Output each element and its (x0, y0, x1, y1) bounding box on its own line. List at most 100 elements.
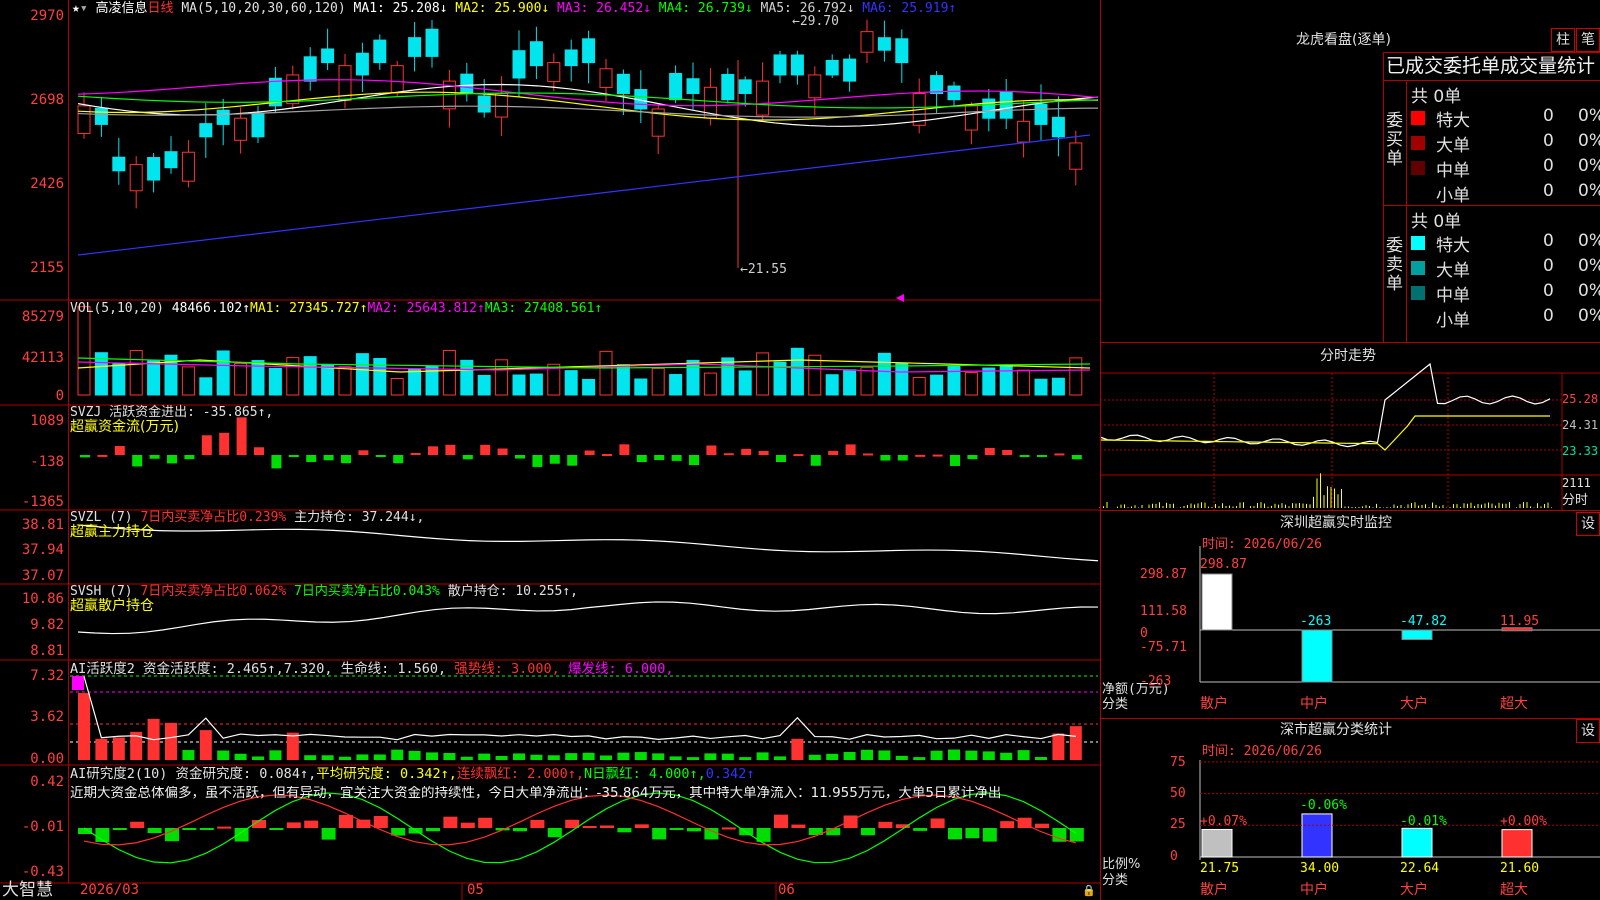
divider (1100, 718, 1600, 719)
order-count: 0 (1543, 256, 1554, 276)
period-label[interactable]: 日线 (148, 1, 174, 16)
svzl-sub: 超赢主力持仓 (70, 524, 154, 540)
ai2-bar (982, 828, 997, 842)
flow-bar (323, 455, 334, 461)
flow-bar (932, 454, 943, 457)
divider (1100, 342, 1600, 343)
ai2-bar (930, 818, 945, 828)
sz-monitor-category: 超大 (1500, 696, 1528, 712)
ai2-bar (165, 828, 179, 842)
ai1-bar (930, 750, 943, 760)
ai1-bar (72, 676, 84, 690)
sz-stats-settings-button[interactable]: 设 (1576, 719, 1600, 743)
intraday-avg-line (1099, 415, 1550, 451)
sz-stats-value: 21.75 (1200, 861, 1240, 876)
vol-bar (234, 362, 248, 396)
sz-stats-value: 34.00 (1300, 861, 1340, 876)
flow-bar (497, 448, 508, 455)
vol-bar (321, 364, 335, 396)
vol-bar (616, 364, 630, 396)
lock-icon[interactable]: 🔒 (1082, 883, 1096, 898)
candle-body (669, 72, 683, 101)
order-pct: 0% (1578, 281, 1600, 301)
ai1-p4: 强势线: 3.000, (454, 661, 560, 677)
order-name: 中单 (1436, 161, 1470, 181)
flow-bar (549, 455, 560, 464)
order-count: 0 (1543, 306, 1554, 326)
vol-tick: 0 (55, 388, 64, 404)
order-color-swatch (1411, 311, 1425, 325)
candle-body (686, 78, 700, 94)
candle-body (216, 109, 230, 125)
ma2-value: MA2: 25.900↓ (455, 1, 550, 16)
sz-stats-change: +0.07% (1200, 814, 1247, 829)
candle-body (512, 50, 526, 79)
flow-bar (428, 446, 438, 455)
candle-body (564, 49, 578, 67)
vol-bar (599, 350, 613, 396)
ai1-p1: 资金活跃度: 2.465↑ (143, 661, 276, 677)
order-color-swatch (1411, 161, 1425, 175)
sz-monitor-settings-button[interactable]: 设 (1576, 512, 1600, 536)
ai2-bar (443, 816, 458, 828)
vol-bar (460, 359, 474, 396)
ai1-bar (565, 753, 578, 760)
pen-mode-button[interactable]: 笔 (1576, 28, 1600, 52)
ai2-bar (112, 828, 127, 830)
candle-body (303, 56, 317, 82)
ai2-bar (721, 827, 736, 830)
ai2-bar (460, 822, 475, 828)
ai2-bar (321, 828, 336, 840)
ai1-bar (669, 756, 682, 760)
vol-bar (512, 374, 526, 396)
flow-bar (132, 455, 143, 467)
ai1-bar (634, 752, 647, 760)
flow-bar (410, 452, 421, 455)
ai2-p3: 连续飘红: 2.000↑, (456, 766, 585, 782)
svzl-title: SVZL (7) (70, 510, 133, 525)
ai1-header: AI活跃度2 资金活跃度: 2.465↑,7.320, 生命线: 1.560, … (70, 662, 673, 677)
order-count: 0 (1543, 231, 1554, 251)
ai1-bar (774, 756, 786, 760)
sz-monitor-tick: 111.58 (1140, 604, 1187, 619)
vol-bar (634, 378, 648, 396)
stock-name[interactable]: 高凌信息 (95, 1, 147, 16)
sell-total: 共 0单 (1411, 212, 1462, 232)
kline-chart-canvas[interactable] (0, 0, 1600, 900)
sz-stats-tick: 25 (1170, 817, 1186, 832)
vol-bar (373, 357, 387, 396)
flow-bar (97, 454, 108, 457)
ai1-bar (252, 756, 264, 760)
vol-bar (756, 352, 770, 396)
flow-bar (184, 455, 195, 460)
flow-bar (254, 447, 264, 455)
svzj-title: SVZJ (70, 405, 102, 420)
ai2-p1: 资金研究度: 0.084↑, (175, 766, 317, 782)
intraday-tick: 25.28 (1562, 392, 1599, 406)
star-icon[interactable]: ★ (72, 1, 80, 16)
ai1-bar (1000, 752, 1013, 760)
candle-body (181, 151, 195, 182)
sz-stats-category: 大户 (1400, 882, 1428, 898)
candle-body (895, 38, 909, 64)
flow-bar (149, 455, 160, 459)
ai2-bar (147, 828, 162, 834)
ai2-bar (878, 821, 893, 828)
flow-bar (567, 455, 578, 466)
candle-body (582, 38, 596, 64)
sz-stats-category: 超大 (1500, 882, 1528, 898)
panel-divider (1100, 0, 1101, 900)
ai1-bar (704, 753, 717, 760)
order-color-swatch (1411, 186, 1425, 200)
ratio-bar (1201, 828, 1233, 858)
candle-body (877, 37, 891, 51)
flow-bar (219, 432, 230, 455)
flow-bar (897, 455, 908, 461)
flow-bar (880, 455, 891, 461)
ai1-bar (443, 752, 456, 760)
vol-bar (808, 354, 822, 396)
bar-mode-button[interactable]: 柱 (1551, 28, 1575, 52)
ai2-tick: -0.43 (21, 864, 64, 880)
flow-bar (375, 455, 386, 457)
ai1-bar (843, 752, 856, 760)
